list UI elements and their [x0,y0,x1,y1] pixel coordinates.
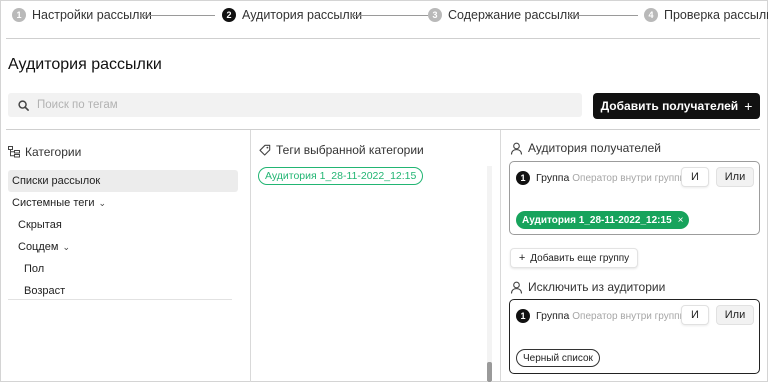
column-divider [250,130,251,382]
category-list: Списки рассылок Системные теги ⌄ Скрытая… [8,170,238,302]
group-operator-hint: Оператор внутри группы [572,172,687,184]
operator-and-button[interactable]: И [681,167,709,187]
category-label: Возраст [24,285,66,297]
operator-and-button[interactable]: И [681,305,709,325]
tag-audience-1[interactable]: Аудитория 1_28-11-2022_12:15 [258,167,424,185]
category-item-hidden[interactable]: Скрытая [8,214,238,236]
search-bar[interactable] [8,93,582,117]
close-icon[interactable]: × [678,215,684,226]
step-number: 2 [222,8,236,22]
group-operator-hint: Оператор внутри группы [572,310,687,322]
chevron-down-icon: ⌄ [98,197,107,208]
user-icon [510,281,523,294]
hierarchy-icon [8,146,20,158]
category-item-mailing-lists[interactable]: Списки рассылок [8,170,238,192]
chip-label: Черный список [523,352,593,364]
add-group-button[interactable]: + Добавить еще группу [510,248,638,268]
operator-or-button[interactable]: Или [716,167,754,187]
group-header: 1 Группа Оператор внутри группы [516,171,687,185]
tags-title: Теги выбранной категории [276,143,424,157]
exclude-group-box: 1 Группа Оператор внутри группы И Или Че… [509,299,760,374]
category-label: Скрытая [18,219,62,231]
step-number: 3 [428,8,442,22]
exclude-chip[interactable]: Черный список [516,349,600,367]
step-label: Содержание рассылки [448,8,580,22]
step-number: 1 [12,8,26,22]
audience-group-box: 1 Группа Оператор внутри группы И Или Ау… [509,161,760,235]
step-connector [568,15,638,16]
divider [8,299,232,300]
category-label: Соцдем [18,241,59,253]
column-divider [500,130,501,382]
tags-header: Теги выбранной категории [259,143,424,157]
tag-label: Аудитория 1_28-11-2022_12:15 [265,170,417,182]
category-item-system-tags[interactable]: Системные теги ⌄ [8,192,238,214]
category-item-gender[interactable]: Пол [8,258,238,280]
exclude-title: Исключить из аудитории [528,280,666,294]
category-label: Списки рассылок [12,175,101,187]
categories-header: Категории [8,145,81,159]
group-title: Группа [536,310,570,322]
add-recipients-button[interactable]: Добавить получателей + [593,93,760,119]
group-header: 1 Группа Оператор внутри группы [516,309,687,323]
divider [6,38,760,39]
step-review[interactable]: 4 Проверка рассылки [644,6,768,24]
category-item-socdem[interactable]: Соцдем ⌄ [8,236,238,258]
step-audience[interactable]: 2 Аудитория рассылки [222,6,362,24]
category-label: Пол [24,263,45,275]
step-label: Проверка рассылки [664,8,768,22]
step-connector [140,15,215,16]
audience-chip[interactable]: Аудитория 1_28-11-2022_12:15 × [516,211,690,229]
user-icon [510,142,523,155]
stepper: 1 Настройки рассылки 2 Аудитория рассылк… [12,6,768,24]
operator-or-button[interactable]: Или [716,305,754,325]
tag-icon [259,144,271,156]
group-title: Группа [536,172,570,184]
chevron-down-icon: ⌄ [62,241,71,252]
audience-header: Аудитория получателей [510,141,661,155]
step-content[interactable]: 3 Содержание рассылки [428,6,580,24]
add-group-label: Добавить еще группу [530,252,630,264]
exclude-header: Исключить из аудитории [510,280,665,294]
search-icon [18,99,29,111]
group-number: 1 [516,309,530,323]
plus-icon: + [518,252,526,264]
step-label: Аудитория рассылки [242,8,363,22]
page-title: Аудитория рассылки [8,56,162,73]
audience-title: Аудитория получателей [528,141,662,155]
scrollbar-thumb[interactable] [487,362,492,382]
divider [6,129,760,130]
category-label: Системные теги [12,197,95,209]
search-input[interactable] [37,99,557,111]
step-number: 4 [644,8,658,22]
add-recipients-label: Добавить получателей [600,99,739,113]
plus-icon: + [744,98,753,114]
chip-label: Аудитория 1_28-11-2022_12:15 [522,214,672,226]
categories-title: Категории [25,145,82,159]
step-settings[interactable]: 1 Настройки рассылки [12,6,152,24]
group-number: 1 [516,171,530,185]
step-connector [351,15,428,16]
scrollbar-track[interactable] [487,166,492,382]
step-label: Настройки рассылки [32,8,152,22]
